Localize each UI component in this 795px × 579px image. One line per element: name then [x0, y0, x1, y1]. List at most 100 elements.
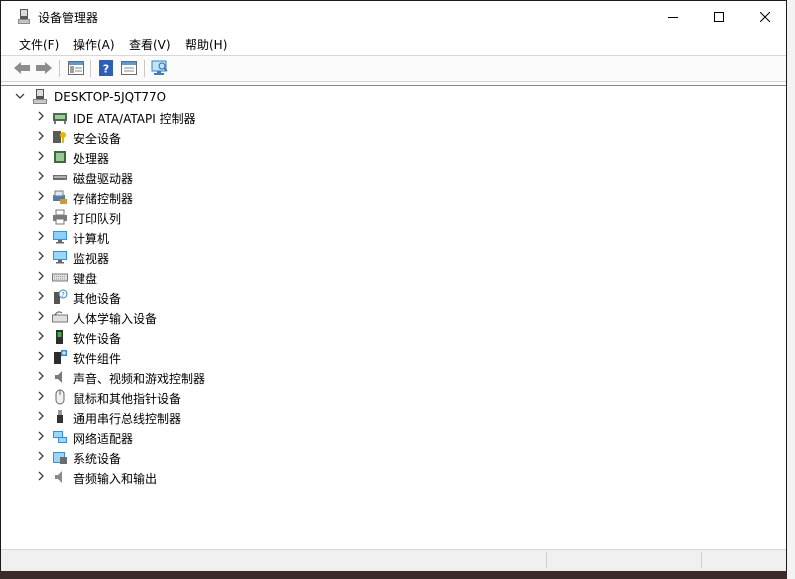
- chevron-right-icon[interactable]: [34, 109, 48, 123]
- chevron-right-icon[interactable]: [34, 209, 48, 223]
- back-button[interactable]: [13, 59, 31, 77]
- chevron-right-icon[interactable]: [34, 349, 48, 363]
- computer-icon: [53, 231, 67, 244]
- processor-icon: [54, 151, 66, 163]
- device-tree[interactable]: DESKTOP-5JQT77O IDE ATA/ATAPI 控制器 安全设备处理器…: [1, 85, 786, 548]
- tree-item[interactable]: 通用串行总线控制器: [1, 407, 786, 427]
- tree-item-label: 其他设备: [73, 292, 122, 306]
- tree-item-label: 鼠标和其他指针设备: [73, 392, 182, 406]
- tree-item-label: 处理器: [73, 152, 110, 166]
- chevron-right-icon[interactable]: [34, 129, 48, 143]
- menu-action[interactable]: 操作(A): [73, 36, 115, 53]
- tree-item-label: 系统设备: [73, 452, 122, 466]
- software-component-icon: [54, 350, 67, 364]
- audio-io-icon: [55, 471, 62, 483]
- help-button[interactable]: ?: [97, 59, 115, 77]
- tree-item[interactable]: 软件组件: [1, 347, 786, 367]
- chevron-right-icon[interactable]: [34, 189, 48, 203]
- device-manager-window: 设备管理器 文件(F) 操作(A) 查看(V) 帮助(H) ? DESKTOP-…: [0, 0, 787, 571]
- chevron-right-icon[interactable]: [34, 429, 48, 443]
- minimize-button[interactable]: [650, 1, 696, 32]
- tree-item[interactable]: 软件设备: [1, 327, 786, 347]
- chevron-right-icon[interactable]: [34, 369, 48, 383]
- close-icon: [760, 11, 770, 22]
- svg-text:?: ?: [61, 291, 65, 299]
- tree-item[interactable]: 键盘: [1, 267, 786, 287]
- menu-view[interactable]: 查看(V): [129, 36, 171, 53]
- chevron-right-icon[interactable]: [34, 269, 48, 283]
- tree-item-label: 计算机: [73, 232, 110, 246]
- tree-item-label: 网络适配器: [73, 432, 134, 446]
- tree-item-label: 键盘: [73, 272, 98, 286]
- tree-item[interactable]: 安全设备: [1, 127, 786, 147]
- hid-icon: [52, 311, 68, 323]
- computer-tower-icon: [33, 89, 47, 104]
- chevron-right-icon[interactable]: [34, 249, 48, 263]
- close-button[interactable]: [742, 1, 788, 32]
- tree-item[interactable]: 音频输入和输出: [1, 467, 786, 487]
- tree-item[interactable]: 计算机: [1, 227, 786, 247]
- tree-item[interactable]: ? 其他设备: [1, 287, 786, 307]
- software-device-icon: [56, 330, 63, 344]
- toolbar: ?: [1, 55, 786, 82]
- properties-icon: [121, 61, 137, 75]
- keyboard-icon: [52, 273, 68, 282]
- tree-item[interactable]: IDE ATA/ATAPI 控制器: [1, 107, 786, 127]
- tree-item-label: 通用串行总线控制器: [73, 412, 182, 426]
- chevron-down-icon[interactable]: [13, 89, 27, 103]
- chevron-right-icon[interactable]: [34, 289, 48, 303]
- scan-hardware-button[interactable]: [151, 59, 169, 77]
- menu-file[interactable]: 文件(F): [19, 36, 59, 53]
- tree-item-label: 声音、视频和游戏控制器: [73, 372, 206, 386]
- chevron-right-icon[interactable]: [34, 329, 48, 343]
- tree-item-label: 打印队列: [73, 212, 122, 226]
- show-hide-console-tree-icon: [68, 61, 84, 75]
- tree-item[interactable]: 鼠标和其他指针设备: [1, 387, 786, 407]
- toolbar-separator: [59, 60, 60, 77]
- tree-item[interactable]: 声音、视频和游戏控制器: [1, 367, 786, 387]
- menu-help[interactable]: 帮助(H): [185, 36, 227, 53]
- tree-item[interactable]: 打印队列: [1, 207, 786, 227]
- forward-button[interactable]: [35, 59, 53, 77]
- tree-item[interactable]: 网络适配器: [1, 427, 786, 447]
- mouse-icon: [55, 389, 65, 405]
- disk-drive-icon: [53, 175, 67, 180]
- chevron-right-icon[interactable]: [34, 149, 48, 163]
- chevron-right-icon[interactable]: [34, 389, 48, 403]
- tree-item-label: 存储控制器: [73, 192, 134, 206]
- tree-root[interactable]: DESKTOP-5JQT77O: [1, 87, 786, 107]
- tree-item[interactable]: 系统设备: [1, 447, 786, 467]
- network-adapter-icon: [53, 431, 67, 443]
- speaker-icon: [55, 371, 62, 383]
- chevron-right-icon[interactable]: [34, 309, 48, 323]
- chevron-right-icon[interactable]: [34, 469, 48, 483]
- tree-item[interactable]: 监视器: [1, 247, 786, 267]
- chevron-right-icon[interactable]: [34, 229, 48, 243]
- monitor-icon: [53, 251, 67, 264]
- title-bar[interactable]: 设备管理器: [1, 1, 786, 32]
- unknown-device-icon: ?: [54, 289, 68, 304]
- menu-bar: 文件(F) 操作(A) 查看(V) 帮助(H): [1, 32, 786, 54]
- tree-item[interactable]: 人体学输入设备: [1, 307, 786, 327]
- tree-item-label: 人体学输入设备: [73, 312, 158, 326]
- chevron-right-icon[interactable]: [34, 169, 48, 183]
- show-hide-console-tree-button[interactable]: [67, 59, 85, 77]
- usb-icon: [57, 410, 63, 423]
- svg-text:?: ?: [103, 63, 109, 76]
- properties-button[interactable]: [120, 59, 138, 77]
- tree-item[interactable]: 磁盘驱动器: [1, 167, 786, 187]
- chevron-right-icon[interactable]: [34, 449, 48, 463]
- security-device-icon: [53, 131, 66, 143]
- tree-item[interactable]: 处理器: [1, 147, 786, 167]
- tree-root-label: DESKTOP-5JQT77O: [54, 90, 167, 104]
- background-window-edge: [787, 0, 795, 579]
- scan-hardware-icon: [151, 60, 168, 75]
- maximize-button[interactable]: [696, 1, 742, 32]
- tree-item-label: IDE ATA/ATAPI 控制器: [73, 112, 196, 126]
- chevron-right-icon[interactable]: [34, 409, 48, 423]
- tree-item-label: 磁盘驱动器: [73, 172, 134, 186]
- tree-item-label: 软件组件: [73, 352, 122, 366]
- status-segment: [701, 552, 782, 568]
- tree-item[interactable]: 存储控制器: [1, 187, 786, 207]
- storage-controller-icon: [53, 190, 67, 204]
